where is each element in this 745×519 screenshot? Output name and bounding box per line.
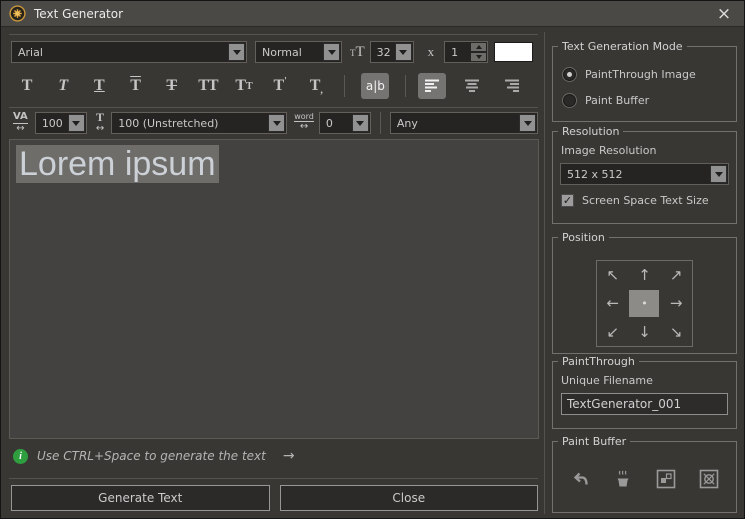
position-right-button[interactable]: →	[660, 289, 692, 317]
titlebar[interactable]: Text Generator ×	[1, 1, 744, 27]
checkbox-icon[interactable]: ✓	[561, 194, 574, 207]
bake-icon	[613, 469, 633, 489]
font-size-icon: TT	[350, 44, 365, 61]
strikethrough-button[interactable]: T	[158, 73, 186, 99]
panel-divider	[544, 32, 545, 514]
align-right-button[interactable]	[498, 73, 526, 99]
hint-text: Use CTRL+Space to generate the text	[37, 449, 266, 463]
screen-space-text-size-checkbox[interactable]: ✓ Screen Space Text Size	[561, 194, 736, 207]
position-down-right-button[interactable]: ↘	[660, 318, 692, 346]
scale-stepper[interactable]: 1	[444, 41, 488, 63]
italic-button[interactable]: T	[49, 73, 77, 99]
position-up-left-button[interactable]: ↖	[597, 261, 629, 289]
divider	[9, 34, 538, 35]
spacing-toolbar: VA ↔ 100 T ↔ 100 (Unstretched) word ↔ 0	[13, 111, 538, 135]
editor-selected-text: Lorem ipsum	[16, 145, 219, 183]
stretch-select[interactable]: 100 (Unstretched)	[111, 112, 287, 134]
divider	[9, 478, 538, 479]
position-up-button[interactable]: ↑	[629, 261, 661, 289]
font-style-select[interactable]: Normal	[255, 41, 342, 63]
bake-button[interactable]	[612, 468, 634, 490]
app-icon	[9, 5, 26, 22]
align-left-button[interactable]	[418, 73, 446, 99]
align-center-button[interactable]	[458, 73, 486, 99]
position-down-button[interactable]: ↓	[629, 318, 661, 346]
font-family-select[interactable]: Arial	[11, 41, 247, 63]
position-center-button[interactable]: •	[629, 290, 659, 317]
undo-button[interactable]	[569, 468, 591, 490]
image-resolution-select[interactable]: 512 x 512	[560, 163, 729, 185]
kerning-icon: VA ↔	[13, 112, 28, 134]
resolution-group: Resolution Image Resolution 512 x 512 ✓ …	[552, 131, 737, 224]
font-size-select[interactable]: 32	[370, 41, 414, 63]
word-spacing-select[interactable]: 0	[319, 112, 371, 134]
footer: Generate Text Close	[11, 485, 538, 511]
unique-filename-label: Unique Filename	[561, 374, 736, 387]
divider	[380, 112, 381, 134]
paint-buffer-radio[interactable]: Paint Buffer	[563, 91, 736, 109]
unique-filename-input[interactable]: TextGenerator_001	[561, 393, 728, 415]
divider	[344, 75, 345, 97]
grab-buffer-icon	[656, 469, 676, 489]
text-generation-mode-group: Text Generation Mode PaintThrough Image …	[552, 46, 737, 122]
hint-row: i Use CTRL+Space to generate the text →	[13, 447, 295, 465]
font-toolbar: Arial Normal TT 32 x 1	[11, 40, 538, 64]
paint-buffer-group: Paint Buffer	[552, 441, 737, 513]
scale-label: x	[428, 44, 435, 60]
close-icon[interactable]: ×	[712, 1, 736, 27]
overline-button[interactable]: T	[121, 73, 149, 99]
position-down-left-button[interactable]: ↙	[597, 318, 629, 346]
chevron-down-icon	[710, 165, 727, 183]
image-resolution-label: Image Resolution	[561, 144, 736, 157]
chevron-down-icon	[519, 114, 536, 132]
subscript-button[interactable]: T,	[302, 73, 330, 99]
align-center-icon	[464, 79, 480, 93]
position-group: Position ↖ ↑ ↗ ← • → ↙ ↓ ↘	[552, 237, 737, 354]
chevron-down-icon	[228, 43, 245, 61]
charset-select[interactable]: Any	[390, 112, 538, 134]
small-caps-button[interactable]: TT	[230, 73, 258, 99]
chevron-down-icon	[352, 114, 369, 132]
superscript-button[interactable]: T'	[266, 73, 294, 99]
radio-icon[interactable]	[563, 68, 576, 81]
position-left-button[interactable]: ←	[597, 289, 629, 317]
clear-buffer-button[interactable]	[698, 468, 720, 490]
spin-down-icon[interactable]	[471, 53, 486, 61]
info-icon: i	[13, 449, 28, 464]
divider	[405, 75, 406, 97]
generate-text-button[interactable]: Generate Text	[11, 485, 270, 511]
kerning-select[interactable]: 100	[35, 112, 87, 134]
position-center-cell: •	[629, 289, 661, 317]
right-arrow-icon: →	[283, 448, 295, 464]
align-left-icon	[424, 79, 440, 93]
chevron-down-icon	[323, 43, 340, 61]
stretch-icon: T ↔	[96, 111, 104, 134]
undo-icon	[570, 469, 590, 489]
paint-buffer-toolbar	[553, 442, 736, 490]
align-right-icon	[504, 79, 520, 93]
radio-icon[interactable]	[563, 94, 576, 107]
underline-button[interactable]: T	[85, 73, 113, 99]
clear-buffer-icon	[699, 469, 719, 489]
close-button[interactable]: Close	[280, 485, 539, 511]
chevron-down-icon	[268, 114, 285, 132]
chevron-down-icon	[395, 43, 412, 61]
chevron-down-icon	[68, 114, 85, 132]
word-wrap-toggle[interactable]: a|b	[361, 73, 389, 99]
bold-button[interactable]: T	[13, 73, 41, 99]
style-toolbar: T T T T T TT TT T' T, a|b	[13, 71, 538, 101]
text-color-swatch[interactable]	[494, 42, 533, 62]
word-spacing-icon: word ↔	[294, 113, 314, 133]
uppercase-button[interactable]: TT	[194, 73, 222, 99]
text-generator-dialog: Text Generator × Arial Normal TT 32 x 1	[0, 0, 745, 519]
position-pad: ↖ ↑ ↗ ← • → ↙ ↓ ↘	[596, 260, 693, 347]
window-title: Text Generator	[34, 7, 123, 21]
paintthrough-image-radio[interactable]: PaintThrough Image	[563, 65, 736, 83]
grab-buffer-button[interactable]	[655, 468, 677, 490]
text-editor-area[interactable]: Lorem ipsum	[9, 139, 539, 439]
paintthrough-group: PaintThrough Unique Filename TextGenerat…	[552, 361, 737, 429]
position-up-right-button[interactable]: ↗	[660, 261, 692, 289]
divider	[9, 107, 538, 108]
spin-up-icon[interactable]	[471, 43, 486, 51]
